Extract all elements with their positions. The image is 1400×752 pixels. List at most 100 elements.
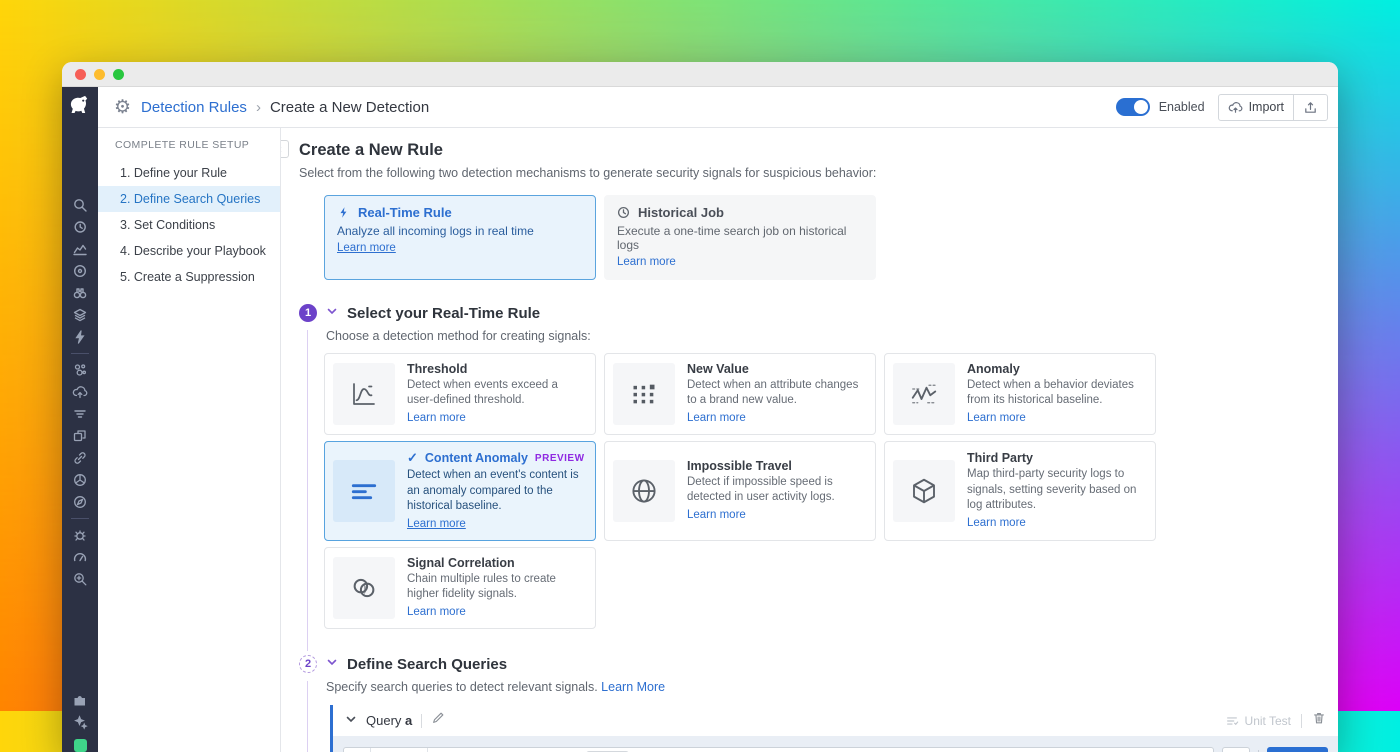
- new-value-grid-icon: [613, 363, 675, 426]
- learn-more-link[interactable]: Learn more: [967, 412, 1026, 424]
- chevron-down-icon[interactable]: [326, 655, 338, 673]
- rail-divider: [71, 518, 89, 519]
- learn-more-link[interactable]: Learn more: [407, 606, 466, 618]
- overlapping-circles-icon: [333, 557, 395, 620]
- enabled-toggle-label: Enabled: [1158, 100, 1205, 114]
- enabled-toggle[interactable]: [1115, 98, 1150, 116]
- main-content: ‹ Create a New Rule Select from the foll…: [281, 128, 1338, 752]
- globe-icon: [613, 460, 675, 523]
- add-query-button[interactable]: Add▼: [1266, 747, 1328, 752]
- learn-more-link[interactable]: Learn more: [687, 509, 746, 521]
- gauge-icon[interactable]: [62, 546, 98, 568]
- new-value-card[interactable]: New Value Detect when an attribute chang…: [604, 353, 876, 436]
- mechanism-cards: Real-Time Rule Analyze all incoming logs…: [324, 195, 1338, 280]
- section-connector-line: [307, 681, 308, 752]
- bolt-icon[interactable]: [62, 326, 98, 348]
- breadcrumb-detection-rules[interactable]: Detection Rules: [141, 99, 247, 116]
- query-panel-body: In Logs▼ Enter your query. Press Space: [333, 736, 1338, 752]
- detection-method-grid: Threshold Detect when events exceed a us…: [324, 353, 1338, 630]
- workflow-green-icon[interactable]: [73, 739, 87, 752]
- section-1-title: Select your Real-Time Rule: [347, 304, 541, 322]
- nav-item-define-rule[interactable]: 1. Define your Rule: [98, 160, 280, 186]
- import-button[interactable]: Import: [1219, 95, 1293, 120]
- close-window-button[interactable]: [75, 68, 86, 80]
- section-1-subtitle: Choose a detection method for creating s…: [326, 329, 591, 343]
- learn-more-link[interactable]: Learn more: [407, 412, 466, 424]
- content-anomaly-card[interactable]: ✓ Content Anomaly PREVIEW Detect when an…: [324, 441, 596, 541]
- signal-correlation-card[interactable]: Signal Correlation Chain multiple rules …: [324, 546, 596, 630]
- edit-pencil-icon[interactable]: [431, 711, 445, 730]
- zoom-window-button[interactable]: [113, 68, 124, 80]
- learn-more-link[interactable]: Learn more: [407, 518, 466, 530]
- code-view-button[interactable]: </>: [1221, 747, 1250, 752]
- selected-check-icon: ✓: [407, 450, 418, 466]
- share-upload-icon: [1305, 101, 1316, 113]
- learn-more-link[interactable]: Learn more: [337, 242, 396, 254]
- filter-list-icon[interactable]: [62, 403, 98, 425]
- source-dropdown[interactable]: Logs▼: [371, 748, 428, 752]
- rule-setup-nav: COMPLETE RULE SETUP 1. Define your Rule …: [98, 128, 281, 752]
- app-window: ⚙ Detection Rules › Create a New Detecti…: [62, 62, 1338, 752]
- gear-icon[interactable]: ⚙: [114, 98, 131, 117]
- app-header: ⚙ Detection Rules › Create a New Detecti…: [98, 87, 1338, 128]
- breadcrumb-separator: ›: [255, 98, 261, 116]
- nav-item-define-search-queries[interactable]: 2. Define Search Queries: [98, 186, 280, 212]
- threshold-chart-icon: [333, 363, 395, 426]
- import-cloud-icon: [1228, 101, 1242, 113]
- compass-icon[interactable]: [62, 491, 98, 513]
- query-search-bar: In Logs▼ Enter your query. Press Space: [343, 747, 1214, 752]
- metrics-icon[interactable]: [62, 238, 98, 260]
- page-title: Create a New Detection: [269, 98, 430, 116]
- search-icon[interactable]: [62, 194, 98, 216]
- audit-search-icon[interactable]: [62, 568, 98, 590]
- anomaly-wave-icon: [893, 363, 955, 426]
- services-icon[interactable]: [62, 359, 98, 381]
- learn-more-link[interactable]: Learn more: [967, 517, 1026, 529]
- third-party-card[interactable]: Third Party Map third-party security log…: [884, 441, 1156, 541]
- section-2-subtitle: Specify search queries to detect relevan…: [326, 680, 598, 695]
- nav-item-describe-playbook[interactable]: 4. Describe your Playbook: [98, 238, 280, 264]
- section-connector-line: [307, 330, 308, 652]
- section-2-title: Define Search Queries: [347, 655, 508, 673]
- threshold-card[interactable]: Threshold Detect when events exceed a us…: [324, 353, 596, 436]
- learn-more-link[interactable]: Learn more: [617, 256, 676, 268]
- datadog-logo-icon[interactable]: [68, 94, 93, 124]
- link-icon[interactable]: [62, 447, 98, 469]
- history-icon[interactable]: [62, 216, 98, 238]
- query-panel: Query a Unit Test: [330, 705, 1338, 752]
- learn-more-link[interactable]: Learn more: [687, 412, 746, 424]
- learn-more-link[interactable]: Learn More: [601, 680, 665, 694]
- cloud-upload-icon[interactable]: [62, 381, 98, 403]
- chevron-down-icon[interactable]: [345, 712, 357, 730]
- bug-icon[interactable]: [62, 524, 98, 546]
- rail-divider: [71, 353, 89, 354]
- nav-item-set-conditions[interactable]: 3. Set Conditions: [98, 212, 280, 238]
- impossible-travel-card[interactable]: Impossible Travel Detect if impossible s…: [604, 441, 876, 541]
- binoculars-icon[interactable]: [62, 282, 98, 304]
- content-lines-icon: [333, 460, 395, 523]
- chevron-down-icon[interactable]: [326, 304, 338, 322]
- nav-item-create-suppression[interactable]: 5. Create a Suppression: [98, 264, 280, 290]
- setup-nav-header: COMPLETE RULE SETUP: [115, 139, 250, 151]
- security-ball-icon[interactable]: [62, 469, 98, 491]
- puzzle-icon[interactable]: [62, 689, 98, 711]
- real-time-rule-card[interactable]: Real-Time Rule Analyze all incoming logs…: [324, 195, 596, 280]
- section-define-queries: 2 Define Search Queries Specify search q…: [299, 655, 1338, 752]
- historical-job-card[interactable]: Historical Job Execute a one-time search…: [604, 195, 876, 280]
- apps-icon[interactable]: [62, 425, 98, 447]
- unit-test-button[interactable]: Unit Test: [1225, 714, 1291, 728]
- divider: [1301, 713, 1302, 728]
- ai-sparkle-icon[interactable]: [62, 711, 98, 733]
- window-titlebar: [62, 62, 1338, 87]
- scope-in-label: In: [344, 748, 372, 752]
- watchdog-icon[interactable]: [62, 260, 98, 282]
- minimize-window-button[interactable]: [94, 68, 105, 80]
- layers-icon[interactable]: [62, 304, 98, 326]
- trash-icon[interactable]: [1312, 711, 1326, 730]
- export-button[interactable]: [1293, 94, 1327, 120]
- collapse-sidebar-button[interactable]: ‹: [281, 140, 289, 158]
- anomaly-card[interactable]: Anomaly Detect when a behavior deviates …: [884, 353, 1156, 436]
- preview-badge: PREVIEW: [534, 452, 585, 464]
- divider: [421, 713, 423, 728]
- query-panel-header: Query a Unit Test: [333, 705, 1338, 737]
